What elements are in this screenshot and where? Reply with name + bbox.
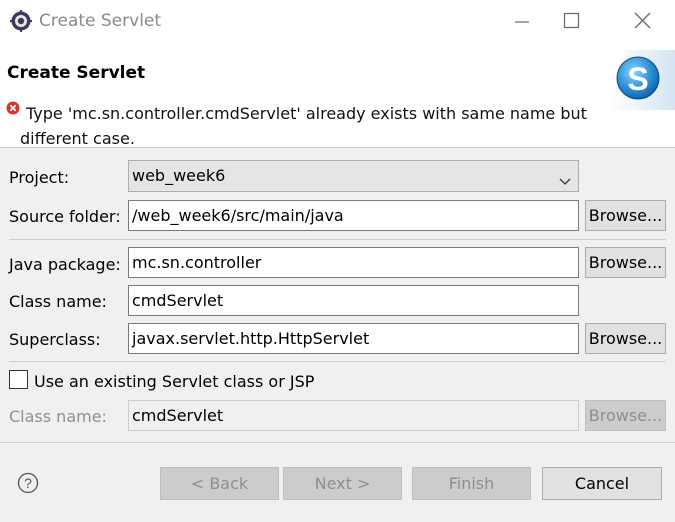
error-icon [6,100,20,115]
error-message: Type 'mc.sn.controller.cmdServlet' alrea… [20,101,606,151]
minimize-icon[interactable] [505,8,537,36]
servlet-wizard-icon: S [604,50,675,110]
java-package-input[interactable]: mc.sn.controller [128,247,579,278]
class-name-label: Class name: [9,292,107,311]
existing-class-name-input: cmdServlet [128,400,579,431]
project-combo[interactable]: web_week6 [128,160,579,192]
java-package-label: Java package: [9,255,121,274]
footer-separator [0,442,675,443]
java-package-browse-button[interactable]: Browse... [585,247,666,278]
superclass-input[interactable]: javax.servlet.http.HttpServlet [128,323,579,354]
existing-class-browse-button: Browse... [585,400,666,431]
project-value: web_week6 [132,166,226,185]
svg-text:?: ? [24,475,32,491]
project-label: Project: [9,168,70,187]
existing-class-name-label: Class name: [9,407,107,426]
superclass-browse-button[interactable]: Browse... [585,323,666,354]
separator [9,361,666,362]
maximize-icon[interactable] [563,8,595,36]
separator [9,239,666,240]
superclass-label: Superclass: [9,330,101,349]
back-button: < Back [160,467,279,500]
window-title: Create Servlet [39,11,162,31]
svg-text:S: S [627,61,648,97]
source-folder-input[interactable]: /web_week6/src/main/java [128,200,579,231]
use-existing-label[interactable]: Use an existing Servlet class or JSP [34,372,314,391]
error-message-line2: different case. [20,129,135,148]
eclipse-gear-icon [10,10,32,32]
finish-button: Finish [412,467,531,500]
help-icon[interactable]: ? [17,472,39,494]
wizard-title: Create Servlet [7,63,146,83]
cancel-button[interactable]: Cancel [542,467,662,500]
chevron-down-icon [558,169,572,185]
use-existing-checkbox[interactable] [9,370,28,389]
next-button: Next > [283,467,402,500]
source-folder-label: Source folder: [9,207,121,226]
close-icon[interactable] [626,8,658,36]
source-folder-browse-button[interactable]: Browse... [585,200,666,231]
error-message-line1: Type 'mc.sn.controller.cmdServlet' alrea… [26,104,587,123]
class-name-input[interactable]: cmdServlet [128,285,579,316]
